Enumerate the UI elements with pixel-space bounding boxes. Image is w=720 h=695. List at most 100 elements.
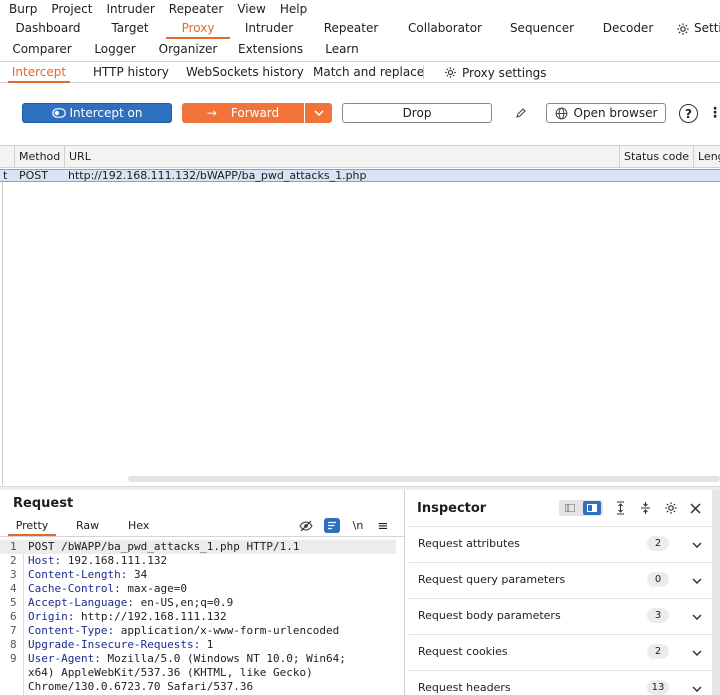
inspector-section[interactable]: Request query parameters 0 (409, 562, 720, 597)
tab-hex[interactable]: Hex (128, 516, 149, 536)
tab-sequencer[interactable]: Sequencer (508, 18, 576, 39)
request-line[interactable]: 9 User-Agent: Mozilla/5.0 (Windows NT 10.… (0, 652, 396, 666)
forward-label: Forward (230, 106, 280, 120)
wrap-lines-icon[interactable] (324, 518, 340, 533)
list-layout-icon[interactable] (562, 503, 578, 513)
inspector-title: Inspector (417, 501, 487, 516)
subtab-http-history[interactable]: HTTP history (93, 62, 169, 83)
chevron-down-icon[interactable] (692, 645, 702, 659)
row-method: POST (19, 169, 48, 182)
chevron-down-icon[interactable] (692, 537, 702, 551)
side-panel-layout-icon[interactable] (583, 501, 601, 515)
expand-all-icon[interactable] (613, 500, 627, 516)
chevron-down-icon (313, 110, 324, 116)
request-line[interactable]: 5 Accept-Language: en-US,en;q=0.9 (0, 596, 396, 610)
line-number: 1 (10, 540, 17, 553)
menu-burp[interactable]: Burp (9, 2, 37, 16)
header-key: Origin: (28, 610, 75, 623)
tab-comparer[interactable]: Comparer (10, 39, 74, 60)
horizontal-scrollbar[interactable] (128, 476, 720, 482)
gear-icon (677, 22, 689, 35)
tab-raw[interactable]: Raw (76, 516, 99, 536)
help-icon[interactable]: ? (679, 104, 698, 123)
menu-help[interactable]: Help (280, 2, 307, 16)
forward-button[interactable]: → Forward (182, 103, 304, 123)
tab-decoder[interactable]: Decoder (600, 18, 656, 39)
inspector-section[interactable]: Request cookies 2 (409, 634, 720, 669)
line-number: 4 (10, 582, 17, 595)
column-status-code[interactable]: Status code (619, 146, 693, 168)
header-value: POST /bWAPP/ba_pwd_attacks_1.php HTTP/1.… (28, 540, 300, 553)
menu-lines-icon[interactable]: ≡ (376, 519, 390, 534)
subtab-websockets-history[interactable]: WebSockets history (186, 62, 304, 83)
request-line[interactable]: Chrome/130.0.6723.70 Safari/537.36 (0, 680, 396, 694)
request-line[interactable]: 1 POST /bWAPP/ba_pwd_attacks_1.php HTTP/1… (0, 540, 396, 554)
column-method[interactable]: Method (14, 146, 64, 168)
line-number: 5 (10, 596, 17, 609)
tab-pretty[interactable]: Pretty (8, 516, 56, 536)
layout-toggle[interactable] (559, 500, 603, 516)
close-icon[interactable] (688, 500, 702, 516)
tab-intruder[interactable]: Intruder (238, 18, 300, 39)
tab-repeater[interactable]: Repeater (318, 18, 384, 39)
forward-dropdown-button[interactable] (305, 103, 332, 123)
inspector-section-label: Request query parameters (418, 573, 566, 586)
tab-settings[interactable]: Settings (676, 18, 720, 39)
request-line[interactable]: 4 Cache-Control: max-age=0 (0, 582, 396, 596)
line-number: 9 (10, 652, 17, 665)
tab-logger[interactable]: Logger (92, 39, 138, 60)
chevron-down-icon[interactable] (692, 573, 702, 587)
tab-organizer[interactable]: Organizer (158, 39, 218, 60)
request-line[interactable]: 7 Content-Type: application/x-www-form-ur… (0, 624, 396, 638)
count-badge: 13 (647, 680, 669, 695)
table-row[interactable]: t POST http://192.168.111.132/bWAPP/ba_p… (0, 169, 720, 182)
tab-collaborator[interactable]: Collaborator (404, 18, 486, 39)
header-value: Chrome/130.0.6723.70 Safari/537.36 (28, 680, 254, 693)
gear-icon[interactable] (663, 500, 678, 516)
vertical-scrollbar[interactable] (712, 490, 720, 695)
header-value: 34 (127, 568, 148, 581)
row-url: http://192.168.111.132/bWAPP/ba_pwd_atta… (68, 169, 367, 182)
inspector-section[interactable]: Request body parameters 3 (409, 598, 720, 633)
collapse-all-icon[interactable] (638, 500, 652, 516)
chevron-down-icon[interactable] (692, 609, 702, 623)
tab-target[interactable]: Target (100, 18, 160, 39)
edit-pencil-icon[interactable] (514, 106, 528, 120)
newline-toggle-icon[interactable]: \n (350, 518, 366, 533)
tab-dashboard[interactable]: Dashboard (8, 18, 88, 39)
menu-intruder[interactable]: Intruder (106, 2, 154, 16)
subtab-intercept[interactable]: Intercept (8, 62, 70, 83)
tab-proxy[interactable]: Proxy (166, 18, 230, 39)
column-url[interactable]: URL (64, 146, 619, 168)
header-key: Accept-Language: (28, 596, 134, 609)
chevron-down-icon[interactable] (692, 681, 702, 695)
subtab-proxy-settings[interactable]: Proxy settings (444, 62, 547, 83)
header-value: 1 (200, 638, 214, 651)
request-line[interactable]: 2 Host: 192.168.111.132 (0, 554, 396, 568)
request-title: Request (13, 496, 74, 511)
tab-learn[interactable]: Learn (322, 39, 362, 60)
menu-repeater[interactable]: Repeater (169, 2, 224, 16)
intercept-toolbar: Intercept on → Forward Drop Open browser… (0, 103, 720, 125)
inspector-panel: Inspector Request attributes 2 Request que… (404, 490, 720, 695)
request-line[interactable]: 8 Upgrade-Insecure-Requests: 1 (0, 638, 396, 652)
request-line[interactable]: 6 Origin: http://192.168.111.132 (0, 610, 396, 624)
inspector-section[interactable]: Request headers 13 (409, 670, 720, 695)
hide-eye-icon[interactable] (299, 519, 313, 533)
request-line[interactable]: 3 Content-Length: 34 (0, 568, 396, 582)
tab-extensions[interactable]: Extensions (238, 39, 303, 60)
open-browser-button[interactable]: Open browser (546, 103, 666, 123)
inspector-section[interactable]: Request attributes 2 (409, 526, 720, 561)
intercept-toggle-button[interactable]: Intercept on (22, 103, 172, 123)
inspector-section-label: Request cookies (418, 645, 508, 658)
more-options-icon[interactable]: ⋮ (708, 105, 720, 121)
main-tabs-row-2: Comparer Logger Organizer Extensions Lea… (0, 39, 720, 60)
subtab-match-and-replace[interactable]: Match and replace (313, 62, 424, 83)
menu-view[interactable]: View (237, 2, 265, 16)
column-length[interactable]: Length (693, 146, 720, 168)
menu-project[interactable]: Project (51, 2, 92, 16)
drop-button[interactable]: Drop (342, 103, 492, 123)
request-editor[interactable]: 1 POST /bWAPP/ba_pwd_attacks_1.php HTTP/1… (0, 540, 396, 695)
request-line[interactable]: x64) AppleWebKit/537.36 (KHTML, like Gec… (0, 666, 396, 680)
header-value: http://192.168.111.132 (74, 610, 227, 623)
